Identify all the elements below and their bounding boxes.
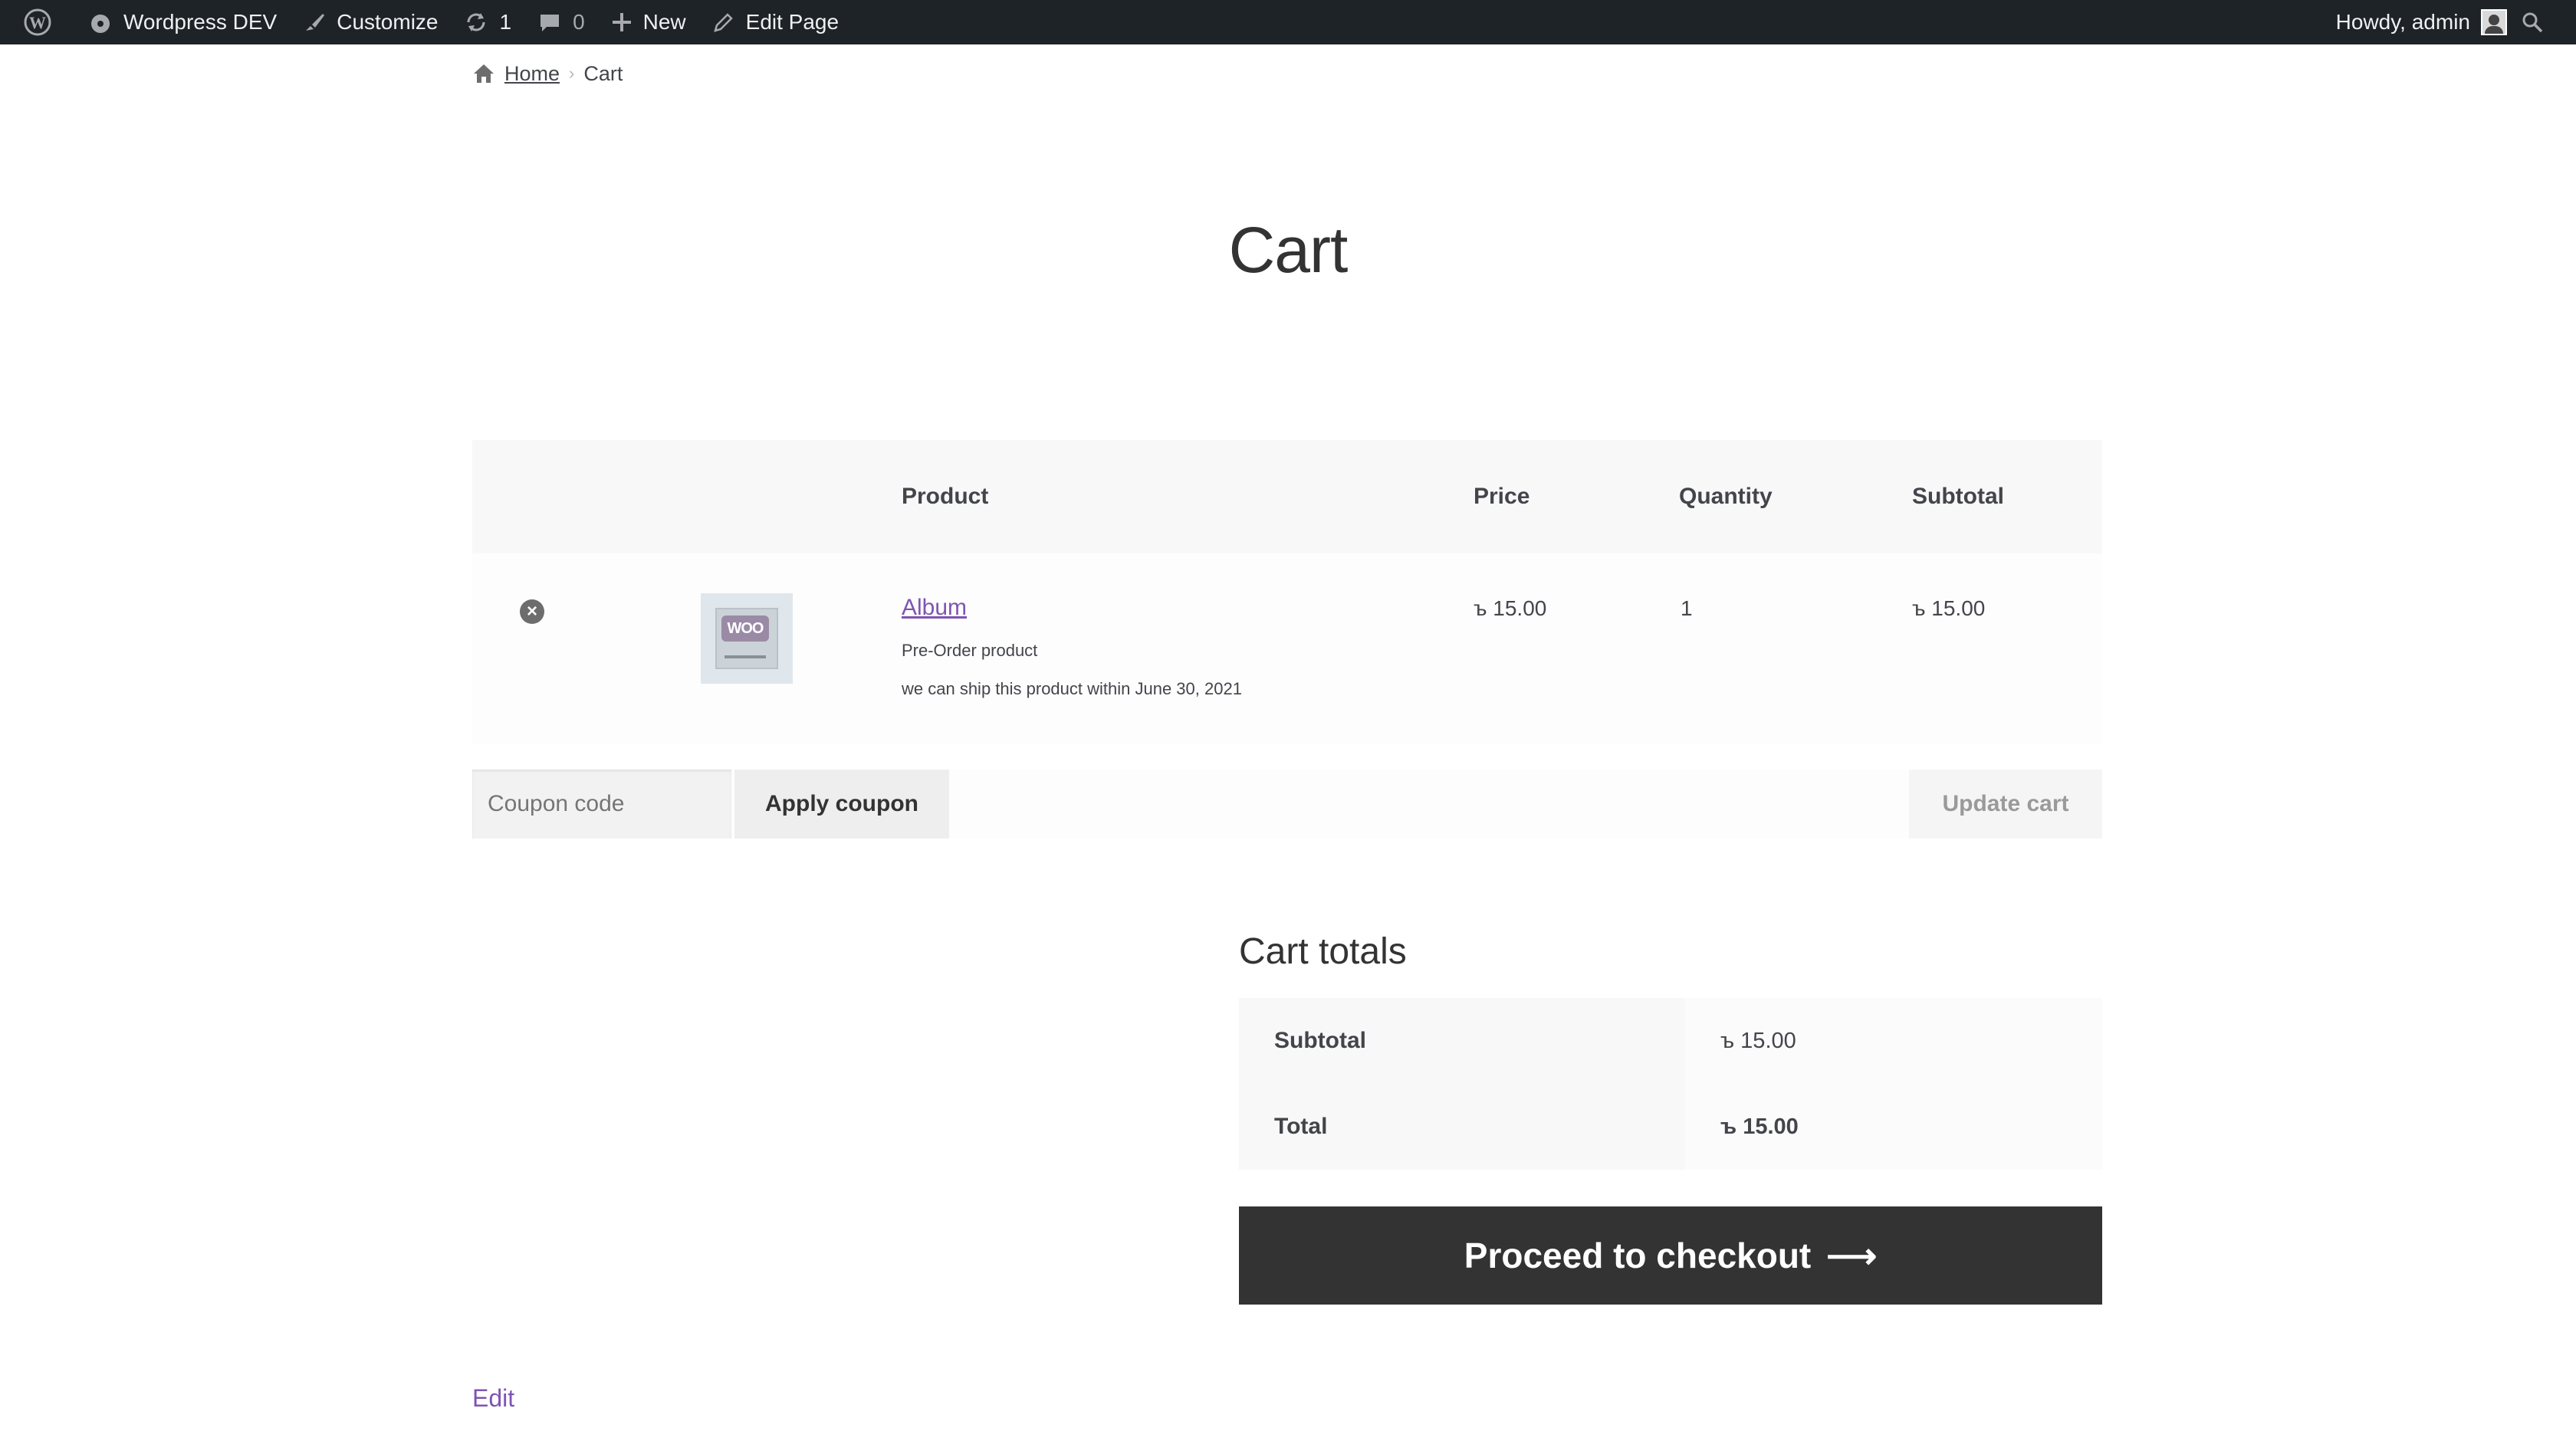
totals-total-value: ъ 15.00 bbox=[1685, 1084, 2102, 1170]
dashboard-icon bbox=[91, 15, 110, 33]
edit-page-label: Edit Page bbox=[745, 10, 840, 34]
updates-icon bbox=[467, 13, 485, 31]
totals-subtotal-label: Subtotal bbox=[1239, 998, 1685, 1084]
new-label: New bbox=[642, 10, 686, 34]
proceed-to-checkout-button[interactable]: Proceed to checkout ⟶ bbox=[1239, 1206, 2102, 1305]
cart-item-row: × WOO Album Pre-Order product we can shi… bbox=[472, 553, 2102, 743]
product-name-link[interactable]: Album bbox=[902, 595, 967, 621]
item-quantity[interactable]: 1 bbox=[1681, 596, 1693, 621]
pencil-icon bbox=[713, 13, 733, 32]
product-meta-shipping: we can ship this product within June 30,… bbox=[902, 679, 1242, 698]
product-thumbnail[interactable]: WOO bbox=[701, 593, 793, 684]
admin-search-button[interactable] bbox=[2515, 0, 2561, 44]
placeholder-base bbox=[724, 655, 766, 658]
product-meta-preorder: Pre-Order product bbox=[902, 641, 1038, 660]
coupon-code-input[interactable] bbox=[472, 770, 731, 839]
cart-totals-title: Cart totals bbox=[1239, 931, 1407, 972]
breadcrumb-separator: › bbox=[569, 64, 575, 83]
page-title: Cart bbox=[1228, 214, 1349, 286]
remove-item-icon[interactable]: × bbox=[520, 599, 544, 624]
wordpress-logo-button[interactable]: W bbox=[11, 0, 75, 44]
breadcrumb-current: Cart bbox=[583, 61, 623, 85]
home-icon bbox=[474, 64, 494, 83]
totals-total-label: Total bbox=[1239, 1084, 1685, 1170]
cart-actions: Apply coupon Update cart bbox=[472, 770, 2102, 839]
plus-icon bbox=[612, 13, 631, 31]
woo-logo: WOO bbox=[721, 615, 769, 642]
customize-button[interactable]: Customize bbox=[290, 0, 451, 44]
item-price: ъ 15.00 bbox=[1474, 596, 1547, 620]
woo-placeholder-image: WOO bbox=[715, 608, 778, 669]
totals-subtotal-value: ъ 15.00 bbox=[1685, 998, 2102, 1084]
arrow-right-icon: ⟶ bbox=[1826, 1236, 1878, 1275]
admin-bar: W Wordpress DEV Customize 1 0 New Edit P… bbox=[0, 0, 2576, 44]
wordpress-icon: W bbox=[24, 8, 51, 36]
breadcrumb-home-link[interactable]: Home bbox=[504, 62, 560, 86]
cart-table-header: Product Price Quantity Subtotal bbox=[472, 440, 2102, 553]
breadcrumb: Home › Cart bbox=[472, 60, 623, 87]
apply-coupon-button[interactable]: Apply coupon bbox=[734, 770, 949, 839]
header-product: Product bbox=[902, 484, 989, 509]
my-account-menu[interactable]: Howdy, admin bbox=[2323, 0, 2515, 44]
header-price: Price bbox=[1474, 484, 1530, 509]
brush-icon bbox=[306, 14, 325, 31]
howdy-label: Howdy, admin bbox=[2335, 10, 2470, 34]
avatar bbox=[2481, 9, 2507, 35]
cart-table: Product Price Quantity Subtotal × WOO Al… bbox=[472, 440, 2102, 743]
comments-button[interactable]: 0 bbox=[524, 0, 598, 44]
totals-total-row: Total ъ 15.00 bbox=[1239, 1084, 2102, 1170]
updates-count: 1 bbox=[499, 10, 512, 34]
header-quantity: Quantity bbox=[1679, 484, 1773, 509]
comments-count: 0 bbox=[573, 10, 585, 34]
cart-totals-table: Subtotal ъ 15.00 Total ъ 15.00 bbox=[1239, 998, 2102, 1170]
updates-button[interactable]: 1 bbox=[451, 0, 524, 44]
comment-icon bbox=[540, 15, 560, 31]
checkout-label: Proceed to checkout bbox=[1464, 1236, 1812, 1275]
edit-link[interactable]: Edit bbox=[472, 1384, 514, 1413]
customize-label: Customize bbox=[337, 10, 439, 34]
new-content-button[interactable]: New bbox=[598, 0, 699, 44]
header-subtotal: Subtotal bbox=[1912, 484, 2004, 509]
item-subtotal: ъ 15.00 bbox=[1912, 596, 1986, 620]
update-cart-button[interactable]: Update cart bbox=[1909, 770, 2102, 839]
site-name-menu[interactable]: Wordpress DEV bbox=[75, 0, 290, 44]
edit-page-button[interactable]: Edit Page bbox=[699, 0, 852, 44]
search-icon bbox=[2522, 12, 2543, 33]
totals-subtotal-row: Subtotal ъ 15.00 bbox=[1239, 998, 2102, 1084]
admin-bar-left: W Wordpress DEV Customize 1 0 New Edit P… bbox=[0, 0, 852, 44]
admin-bar-right: Howdy, admin bbox=[2323, 0, 2576, 44]
svg-text:W: W bbox=[29, 13, 46, 32]
site-name: Wordpress DEV bbox=[123, 10, 278, 34]
